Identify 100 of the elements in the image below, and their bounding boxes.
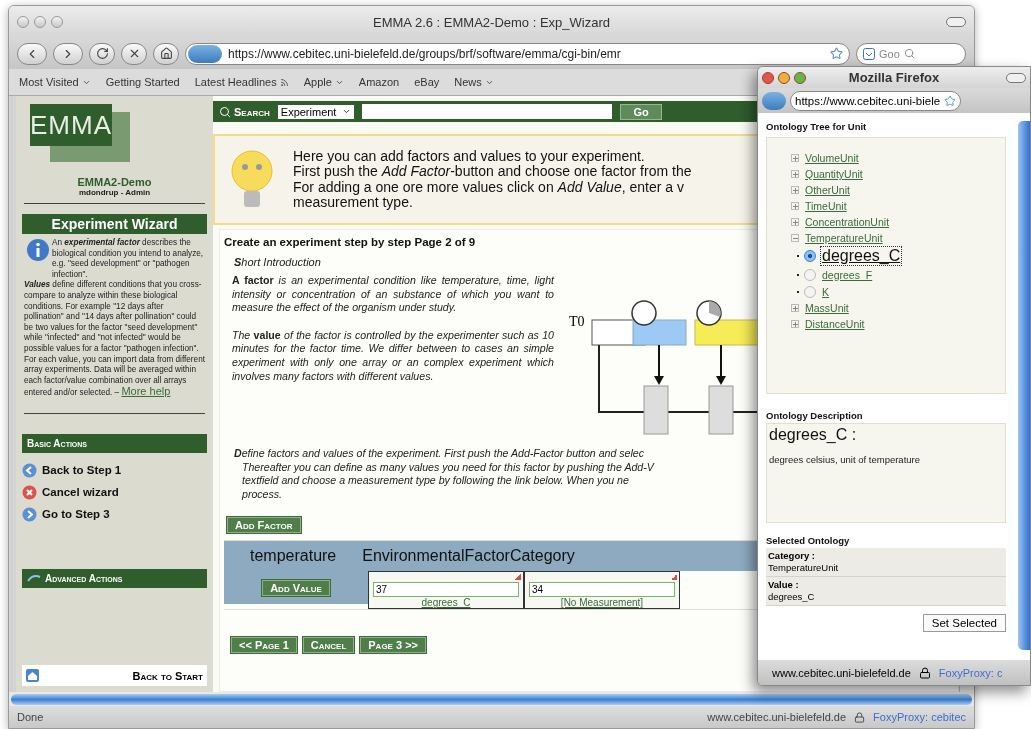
scroll-bar[interactable] xyxy=(11,693,972,705)
expand-icon[interactable] xyxy=(791,170,799,178)
user-name: mdondrup - Admin xyxy=(77,188,152,197)
search-field[interactable]: Goo xyxy=(856,42,966,65)
url-text: https://www.cebitec.uni-bielefeld.de/groups/brf/software/emma/cgi-bin/emr xyxy=(228,46,621,61)
bookmark-item[interactable]: News xyxy=(454,76,494,88)
zoom-window-button[interactable] xyxy=(51,16,63,28)
help-link[interactable]: More help xyxy=(121,385,171,398)
radio-button[interactable] xyxy=(804,268,816,281)
tree-item[interactable]: VolumeUnit xyxy=(805,152,859,164)
tree-item[interactable]: TemperatureUnit xyxy=(805,232,883,244)
corner-icon[interactable] xyxy=(671,574,677,581)
reload-button[interactable] xyxy=(89,42,115,65)
lock-icon xyxy=(918,666,931,679)
proxy-status[interactable]: FoxyProxy: c xyxy=(938,666,1003,679)
tree-item[interactable]: ConcentrationUnit xyxy=(805,216,890,228)
intro-paragraph: The value of the factor is controlled by the experimenter such as 10 minutes for the factor time. We differ between to cases an simple experiment with only one array or an complex experiment which involves many factors with different values. xyxy=(232,328,554,384)
search-label: Search xyxy=(234,105,270,118)
back-button[interactable] xyxy=(17,42,47,65)
factor-name: temperature xyxy=(250,547,337,566)
expand-icon[interactable] xyxy=(791,202,799,210)
site-icon xyxy=(188,44,222,63)
nav-button[interactable]: Cancel xyxy=(301,636,356,655)
unit-link[interactable]: [No Measurement] xyxy=(560,597,644,609)
expand-icon[interactable] xyxy=(791,304,799,312)
minimize-window-button[interactable] xyxy=(778,71,790,84)
action-link[interactable]: Back to Step 1 xyxy=(22,462,207,478)
info-text: An experimental factor describes the biological condition you intend to analyze, e.g. "seed development" or "pathogen infection". xyxy=(52,238,205,280)
bookmark-item[interactable]: Latest Headlines xyxy=(194,76,289,88)
corner-icon[interactable] xyxy=(515,574,521,581)
hint-text: Here you can add factors and values to your experiment. xyxy=(293,148,645,164)
tree-option[interactable]: degrees_F xyxy=(821,268,874,281)
instruction-text: Thereafter you can define as many values you need for this factor by pushing the Add-V xyxy=(241,460,654,475)
reload-icon xyxy=(95,47,109,60)
stop-button[interactable] xyxy=(121,42,147,65)
tree-item[interactable]: MassUnit xyxy=(805,302,849,314)
close-window-button[interactable] xyxy=(17,16,29,28)
toolbar-toggle-button[interactable] xyxy=(1006,72,1026,83)
forward-button[interactable] xyxy=(53,42,83,65)
add-factor-button[interactable]: Add Factor xyxy=(226,516,302,535)
window-title: Mozilla Firefox xyxy=(848,70,940,85)
expand-icon[interactable] xyxy=(791,154,799,162)
go-button[interactable]: Go xyxy=(620,103,662,120)
bookmark-item[interactable]: eBay xyxy=(414,76,440,88)
nav-button[interactable]: Page 3 >> xyxy=(359,636,428,655)
hint-text: First push the Add Factor-button and choose one factor from the xyxy=(293,164,692,180)
collapse-icon[interactable] xyxy=(791,234,799,242)
field-label: Category : xyxy=(768,550,816,562)
tree-item[interactable]: QuantityUnit xyxy=(805,168,863,180)
scroll-bar[interactable] xyxy=(1018,121,1030,650)
star-icon xyxy=(830,47,843,60)
search-input[interactable] xyxy=(362,104,613,119)
instruction-text: textfield and choose a measurement type by following the link below. When you ne xyxy=(241,474,629,488)
tree-option[interactable]: degrees_C xyxy=(821,247,902,265)
page-heading: Create an experiment step by step Page 2 of 9 xyxy=(224,236,476,248)
unit-link[interactable]: degrees_C xyxy=(421,597,471,609)
proxy-status[interactable]: FoxyProxy: cebitec xyxy=(873,711,966,723)
panel-title: Selected Ontology xyxy=(766,535,851,546)
search-icon xyxy=(219,105,231,118)
status-host: www.cebitec.uni-bielefeld.de xyxy=(707,711,847,723)
caret-icon xyxy=(342,107,352,116)
info-icon xyxy=(26,238,50,262)
status-text: Done xyxy=(17,711,44,723)
cancel-icon xyxy=(22,484,37,500)
expand-icon[interactable] xyxy=(791,186,799,194)
bookmark-item[interactable]: Most Visited xyxy=(19,76,91,88)
tree-item[interactable]: TimeUnit xyxy=(805,200,847,212)
info-text: Values define different conditions that you cross-compare to analyze within these biological conditions. For example "12 days after pollination" and "14 days after pollination" could be two values for the factor "seed development" while "infected" and "not infected" would be possible values for a factor "pathogen infection". For each value, you can import data from different array experiments. Data will be averaged within each factor/value combination over all arrays entered and/or selected. – More help xyxy=(24,280,205,399)
radio-button[interactable] xyxy=(804,250,816,262)
engine-icon xyxy=(863,47,875,60)
toolbar-toggle-button[interactable] xyxy=(946,17,966,27)
tree-item[interactable]: OtherUnit xyxy=(805,184,850,196)
close-window-button[interactable] xyxy=(762,71,774,84)
address-field[interactable]: https://www.cebitec.uni-biele xyxy=(790,90,962,111)
expand-icon[interactable] xyxy=(791,320,799,328)
radio-button[interactable] xyxy=(804,285,816,298)
action-link[interactable]: Go to Step 3 xyxy=(22,506,207,522)
action-link[interactable]: Cancel wizard xyxy=(22,484,207,500)
zoom-window-button[interactable] xyxy=(794,71,806,84)
value-input[interactable]: 37 xyxy=(373,582,519,598)
feed-icon xyxy=(279,77,289,87)
diagram-label: T0 xyxy=(569,314,585,329)
scope-select[interactable]: Experiment xyxy=(277,104,355,119)
tree-option[interactable]: K xyxy=(821,285,830,298)
bookmark-item[interactable]: Getting Started xyxy=(105,76,180,88)
address-field[interactable]: https://www.cebitec.uni-bielefeld.de/groups/brf/software/emma/cgi-bin/emr xyxy=(185,42,850,65)
value-input[interactable]: 34 xyxy=(529,582,675,598)
status-host: www.cebitec.uni-bielefeld.de xyxy=(772,666,911,679)
intro-paragraph: A factor is an experimental condition like temperature, time, light intensity or concentration of an substance of which you want to measure the effect of the organism under study. xyxy=(232,274,554,315)
panel-title: Ontology Description xyxy=(766,410,864,421)
set-selected-button[interactable]: Set Selected xyxy=(922,614,1006,632)
minimize-window-button[interactable] xyxy=(34,16,46,28)
home-button[interactable] xyxy=(153,42,179,65)
bookmark-item[interactable]: Apple xyxy=(303,76,344,88)
panel-title: Ontology Tree for Unit xyxy=(766,121,868,132)
add-value-button[interactable]: Add Value xyxy=(261,578,331,597)
expand-icon[interactable] xyxy=(791,218,799,226)
tree-item[interactable]: DistanceUnit xyxy=(805,318,865,330)
bookmark-item[interactable]: Amazon xyxy=(358,76,400,88)
nav-button[interactable]: << Page 1 xyxy=(230,636,298,655)
